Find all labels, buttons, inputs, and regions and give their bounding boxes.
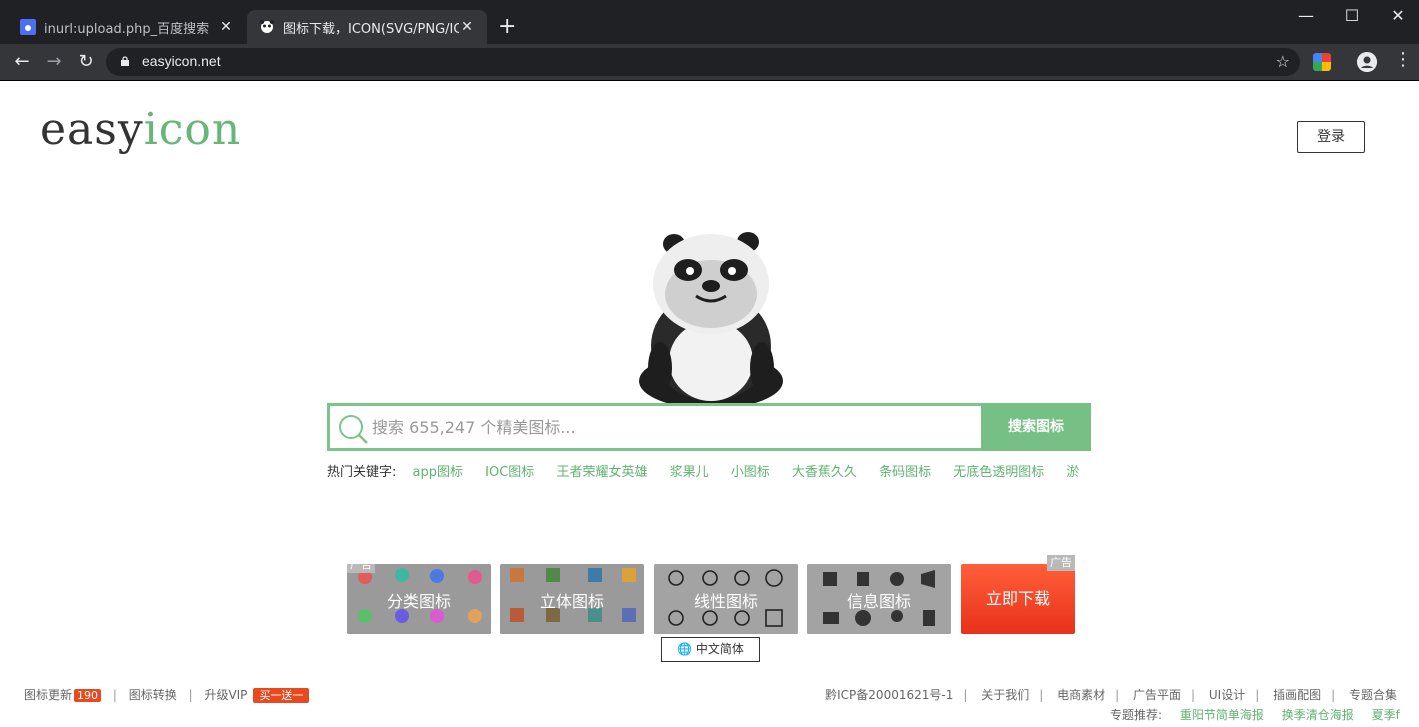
icon-convert-link[interactable]: 图标转换 [129,688,177,702]
search-button[interactable]: 搜索图标 [981,403,1091,451]
footer-right-links: 黔ICP备20001621号-1 | 关于我们 | 电商素材 | 广告平面 | UI设计… [825,688,1397,702]
category-card-3d[interactable]: 立体图标 [500,564,644,634]
hot-keyword-link[interactable]: 王者荣耀女英雄 [556,465,647,479]
reload-icon[interactable]: ↻ [74,50,98,74]
tab-close-icon[interactable]: ✕ [459,19,475,35]
hot-keyword-link[interactable]: app图标 [413,465,463,479]
tab-close-icon[interactable]: ✕ [218,19,234,35]
panda-mascot-image [639,232,783,406]
search-icon [339,415,368,444]
address-bar[interactable]: easyicon.net ☆ [106,48,1300,76]
topics-label: 专题推荐: [1110,708,1163,722]
category-card-classify[interactable]: 分类图标 广告 [347,564,491,634]
footer-left-links: 图标更新 190 | 图标转换 | 升级VIP 买一送一 [24,686,310,703]
forward-arrow-icon[interactable]: → [42,50,66,74]
browser-toolbar: ← → ↻ easyicon.net ☆ ⋮ [0,44,1419,81]
updates-count-badge: 190 [74,689,102,702]
url-text: easyicon.net [142,53,221,69]
icon-updates-link[interactable]: 图标更新 190 [24,688,102,702]
icp-record-link[interactable]: 黔ICP备20001621号-1 [825,688,953,702]
site-logo[interactable]: easyicon [40,104,241,155]
topic-link[interactable]: 重阳节简单海报 [1180,708,1264,722]
ad-design-link[interactable]: 广告平面 [1133,688,1181,702]
window-close-icon[interactable]: ✕ [1375,6,1419,25]
baidu-favicon-icon [20,19,36,35]
hot-keyword-link[interactable]: 条码图标 [879,465,931,479]
maximize-icon[interactable]: ☐ [1329,6,1375,25]
browser-menu-icon[interactable]: ⋮ [1394,49,1412,70]
profile-icon[interactable] [1357,52,1377,72]
category-label: 分类图标 [386,592,451,611]
download-label: 立即下载 [985,589,1050,608]
hot-keyword-link[interactable]: 浆果儿 [670,465,709,479]
ui-design-link[interactable]: UI设计 [1209,688,1245,702]
panda-favicon-icon [260,20,274,33]
topic-link[interactable]: 夏季f [1372,708,1400,722]
logo-text-easy: easy [40,104,144,155]
hot-keyword-link[interactable]: 无底色透明图标 [953,465,1044,479]
search-bar: 搜索图标 [327,403,1091,451]
ecommerce-link[interactable]: 电商素材 [1057,688,1105,702]
back-arrow-icon[interactable]: ← [10,50,34,74]
category-label: 线性图标 [693,592,758,611]
topic-collection-link[interactable]: 专题合集 [1349,688,1397,702]
about-us-link[interactable]: 关于我们 [981,688,1029,702]
category-label: 立体图标 [539,592,604,611]
language-label: 中文简体 [695,642,744,656]
hot-keywords: 热门关键字: app图标 IOC图标 王者荣耀女英雄 浆果儿 小图标 大香蕉久久… [327,461,1093,479]
hot-keyword-link[interactable]: 小图标 [731,465,770,479]
category-label: 信息图标 [846,592,911,611]
recommended-topics: 专题推荐: 重阳节简单海报 换季清仓海报 夏季f [1110,706,1419,723]
promo-badge: 买一送一 [253,688,310,703]
upgrade-vip-link[interactable]: 升级VIP 买一送一 [204,688,310,703]
new-tab-icon[interactable]: + [498,16,516,38]
browser-tab-bar: inurl:upload.php_百度搜索 ✕ 图标下载，ICON(SVG/PN… [0,0,1419,44]
illustration-link[interactable]: 插画配图 [1273,688,1321,702]
tab-title: inurl:upload.php_百度搜索 [44,21,210,37]
bookmark-star-icon[interactable]: ☆ [1276,52,1290,71]
category-banners: 分类图标 广告 立体图标 线性图标 信息图标 立即下载 广告 [347,555,1075,634]
language-switch-button[interactable]: 🌐 中文简体 [661,637,760,662]
ad-tag: 广告 [347,564,375,573]
hot-keyword-link[interactable]: 大香蕉久久 [792,465,857,479]
category-card-info[interactable]: 信息图标 [807,564,951,634]
browser-tab-easyicon[interactable]: 图标下载，ICON(SVG/PNG/ICO ✕ [247,10,487,44]
ad-tag: 广告 [1047,555,1075,571]
download-now-button[interactable]: 立即下载 广告 [961,555,1075,634]
browser-tab-baidu[interactable]: inurl:upload.php_百度搜索 ✕ [8,10,246,44]
hot-keyword-link[interactable]: 淤 [1066,465,1079,479]
login-button[interactable]: 登录 [1297,121,1365,153]
extension-icon[interactable] [1313,53,1331,71]
hot-keyword-link[interactable]: IOC图标 [485,465,534,479]
globe-icon: 🌐 [677,642,693,656]
lock-icon [121,56,129,66]
category-card-line[interactable]: 线性图标 [654,564,798,634]
hot-keywords-label: 热门关键字: [327,465,397,479]
tab-title: 图标下载，ICON(SVG/PNG/ICO [283,21,459,37]
search-input[interactable] [372,406,972,448]
minimize-icon[interactable]: — [1283,6,1329,25]
topic-link[interactable]: 换季清仓海报 [1282,708,1354,722]
logo-text-icon: icon [143,104,242,155]
